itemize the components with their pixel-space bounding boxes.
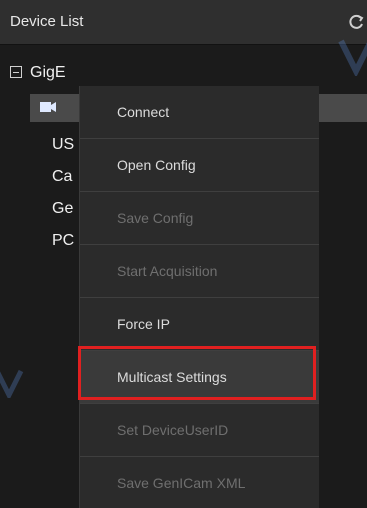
menu-item-set-deviceuserid: Set DeviceUserID: [117, 422, 229, 438]
watermark-icon: [338, 39, 367, 76]
highlight-box: [78, 346, 316, 400]
menu-item-open-config[interactable]: Open Config: [80, 139, 319, 191]
camera-icon: [40, 102, 56, 112]
device-context-menu: Connect Open Config Save Config Start Ac…: [79, 86, 319, 508]
device-list-panel: Device List GigE US Ca Ge PC Connect Ope…: [0, 0, 367, 508]
tree-node-pc[interactable]: PC: [52, 230, 74, 252]
menu-item-force-ip[interactable]: Force IP: [80, 298, 319, 350]
device-list-header: Device List: [0, 0, 367, 44]
refresh-icon[interactable]: [347, 13, 365, 31]
menu-item-save-genicam-xml: Save GenICam XML: [117, 475, 246, 491]
tree-node-camera[interactable]: Ca: [52, 166, 72, 188]
device-list-title: Device List: [10, 13, 84, 30]
menu-item-connect[interactable]: Connect: [80, 86, 319, 138]
watermark-icon: [0, 369, 24, 398]
menu-item-save-config: Save Config: [117, 210, 194, 226]
menu-item-start-acquisition: Start Acquisition: [117, 263, 218, 279]
tree-node-gige[interactable]: GigE: [30, 62, 66, 84]
tree-node-usb[interactable]: US: [52, 134, 74, 156]
collapse-icon[interactable]: [10, 66, 22, 78]
tree-node-genicam[interactable]: Ge: [52, 198, 73, 220]
